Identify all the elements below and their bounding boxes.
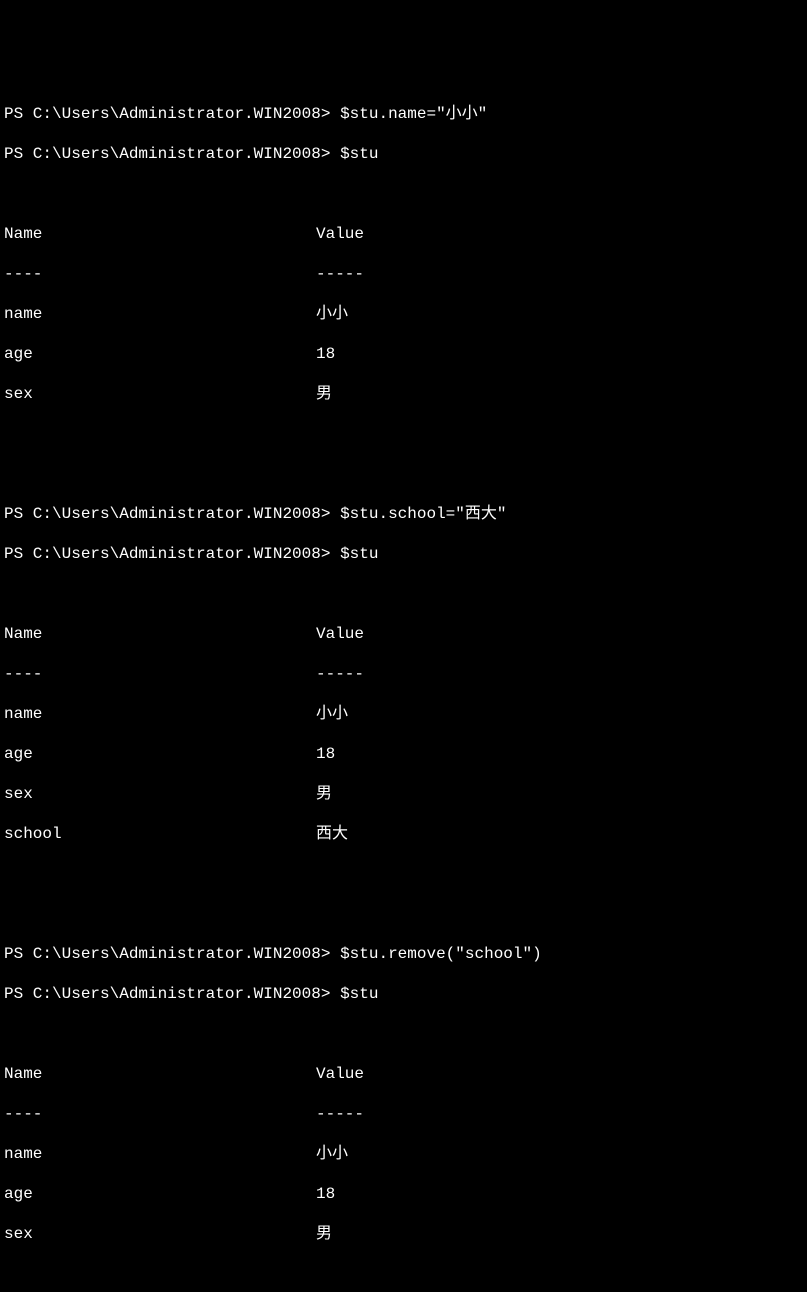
table-row: name小小 [4, 1144, 803, 1164]
header-dash: ---- [4, 1104, 316, 1124]
table-row: sex男 [4, 384, 803, 404]
cell-value: 18 [316, 744, 335, 764]
table-row: sex男 [4, 1224, 803, 1244]
blank-line [4, 1024, 803, 1044]
prompt: PS C:\Users\Administrator.WIN2008> [4, 984, 330, 1004]
header-dash: ----- [316, 264, 364, 284]
header-dash: ----- [316, 664, 364, 684]
header-name: Name [4, 224, 316, 244]
header-value: Value [316, 624, 364, 644]
command-line: PS C:\Users\Administrator.WIN2008> $stu.… [4, 504, 803, 524]
table-row: age18 [4, 344, 803, 364]
cell-name: age [4, 344, 316, 364]
table-row: age18 [4, 1184, 803, 1204]
cell-name: sex [4, 784, 316, 804]
cell-name: age [4, 1184, 316, 1204]
table-row: name小小 [4, 704, 803, 724]
cell-value: 小小 [316, 304, 348, 324]
cell-value: 小小 [316, 1144, 348, 1164]
table-row: name小小 [4, 304, 803, 324]
command-line: PS C:\Users\Administrator.WIN2008> $stu [4, 544, 803, 564]
cell-name: school [4, 824, 316, 844]
command-text: $stu [340, 544, 378, 564]
header-dash: ----- [316, 1104, 364, 1124]
cell-value: 18 [316, 344, 335, 364]
command-line: PS C:\Users\Administrator.WIN2008> $stu [4, 144, 803, 164]
command-line: PS C:\Users\Administrator.WIN2008> $stu.… [4, 104, 803, 124]
cell-name: sex [4, 1224, 316, 1244]
cell-value: 男 [316, 384, 332, 404]
table-row: sex男 [4, 784, 803, 804]
command-text: $stu [340, 984, 378, 1004]
command-text: $stu.remove("school") [340, 944, 542, 964]
header-dash: ---- [4, 664, 316, 684]
table-header: NameValue [4, 224, 803, 244]
cell-name: name [4, 304, 316, 324]
table-header: NameValue [4, 624, 803, 644]
command-text: $stu.school="西大" [340, 504, 506, 524]
header-dash: ---- [4, 264, 316, 284]
cell-name: age [4, 744, 316, 764]
header-value: Value [316, 1064, 364, 1084]
table-divider: --------- [4, 1104, 803, 1124]
command-text: $stu [340, 144, 378, 164]
cell-value: 小小 [316, 704, 348, 724]
header-value: Value [316, 224, 364, 244]
blank-line [4, 1264, 803, 1284]
prompt: PS C:\Users\Administrator.WIN2008> [4, 504, 330, 524]
table-header: NameValue [4, 1064, 803, 1084]
table-row: school西大 [4, 824, 803, 844]
blank-line [4, 904, 803, 924]
header-name: Name [4, 1064, 316, 1084]
cell-value: 男 [316, 784, 332, 804]
header-name: Name [4, 624, 316, 644]
blank-line [4, 584, 803, 604]
cell-name: name [4, 1144, 316, 1164]
table-divider: --------- [4, 664, 803, 684]
command-line: PS C:\Users\Administrator.WIN2008> $stu [4, 984, 803, 1004]
blank-line [4, 424, 803, 444]
terminal-output[interactable]: PS C:\Users\Administrator.WIN2008> $stu.… [4, 84, 803, 1292]
command-text: $stu.name="小小" [340, 104, 487, 124]
blank-line [4, 184, 803, 204]
prompt: PS C:\Users\Administrator.WIN2008> [4, 144, 330, 164]
cell-value: 男 [316, 1224, 332, 1244]
blank-line [4, 864, 803, 884]
cell-name: name [4, 704, 316, 724]
prompt: PS C:\Users\Administrator.WIN2008> [4, 104, 330, 124]
cell-value: 18 [316, 1184, 335, 1204]
table-divider: --------- [4, 264, 803, 284]
prompt: PS C:\Users\Administrator.WIN2008> [4, 544, 330, 564]
cell-name: sex [4, 384, 316, 404]
command-line: PS C:\Users\Administrator.WIN2008> $stu.… [4, 944, 803, 964]
table-row: age18 [4, 744, 803, 764]
prompt: PS C:\Users\Administrator.WIN2008> [4, 944, 330, 964]
cell-value: 西大 [316, 824, 348, 844]
blank-line [4, 464, 803, 484]
